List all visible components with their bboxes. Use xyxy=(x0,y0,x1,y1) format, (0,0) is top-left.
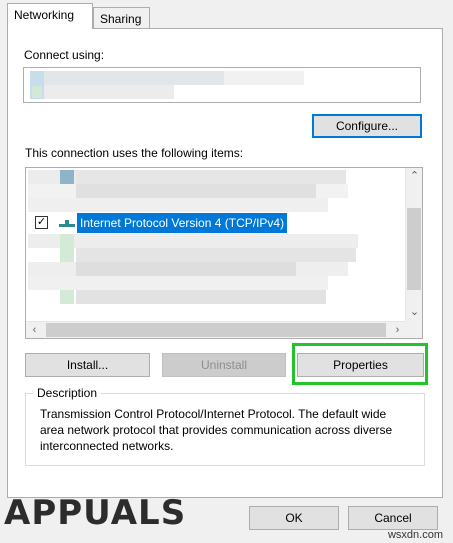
chevron-down-icon[interactable]: ⌄ xyxy=(406,304,422,321)
list-item-label: Internet Protocol Version 4 (TCP/IPv4) xyxy=(77,213,288,233)
connect-using-label: Connect using: xyxy=(24,48,105,62)
tab-sharing[interactable]: Sharing xyxy=(93,7,150,29)
network-protocol-icon xyxy=(59,220,75,227)
adapter-name-field xyxy=(23,67,421,103)
items-list-label: This connection uses the following items… xyxy=(25,146,244,160)
scrollbar-corner xyxy=(405,321,422,338)
configure-button[interactable]: Configure... xyxy=(312,114,422,138)
chevron-right-icon[interactable]: › xyxy=(389,322,406,338)
watermark-text: wsxdn.com xyxy=(387,529,443,541)
vertical-scroll-thumb[interactable] xyxy=(407,208,421,290)
vertical-scrollbar[interactable]: ⌃ ⌄ xyxy=(405,168,422,321)
horizontal-scroll-thumb[interactable] xyxy=(46,323,386,337)
horizontal-scrollbar[interactable]: ‹ › xyxy=(26,321,406,338)
chevron-up-icon[interactable]: ⌃ xyxy=(406,168,422,185)
properties-highlight-frame xyxy=(292,343,428,385)
chevron-left-icon[interactable]: ‹ xyxy=(26,322,43,338)
description-legend: Description xyxy=(33,386,102,400)
description-text: Transmission Control Protocol/Internet P… xyxy=(40,407,393,453)
check-icon[interactable]: ✓ xyxy=(35,216,48,229)
install-button[interactable]: Install... xyxy=(25,353,150,377)
list-item-ipv4[interactable]: ✓ Internet Protocol Version 4 (TCP/IPv4) xyxy=(26,213,406,233)
uninstall-button: Uninstall xyxy=(162,353,286,377)
cancel-button[interactable]: Cancel xyxy=(348,506,438,530)
ok-button[interactable]: OK xyxy=(249,506,339,530)
items-list[interactable]: ✓ Internet Protocol Version 4 (TCP/IPv4)… xyxy=(25,167,423,339)
appuals-logo: APPUALS xyxy=(4,493,187,533)
tab-networking[interactable]: Networking xyxy=(7,3,93,29)
